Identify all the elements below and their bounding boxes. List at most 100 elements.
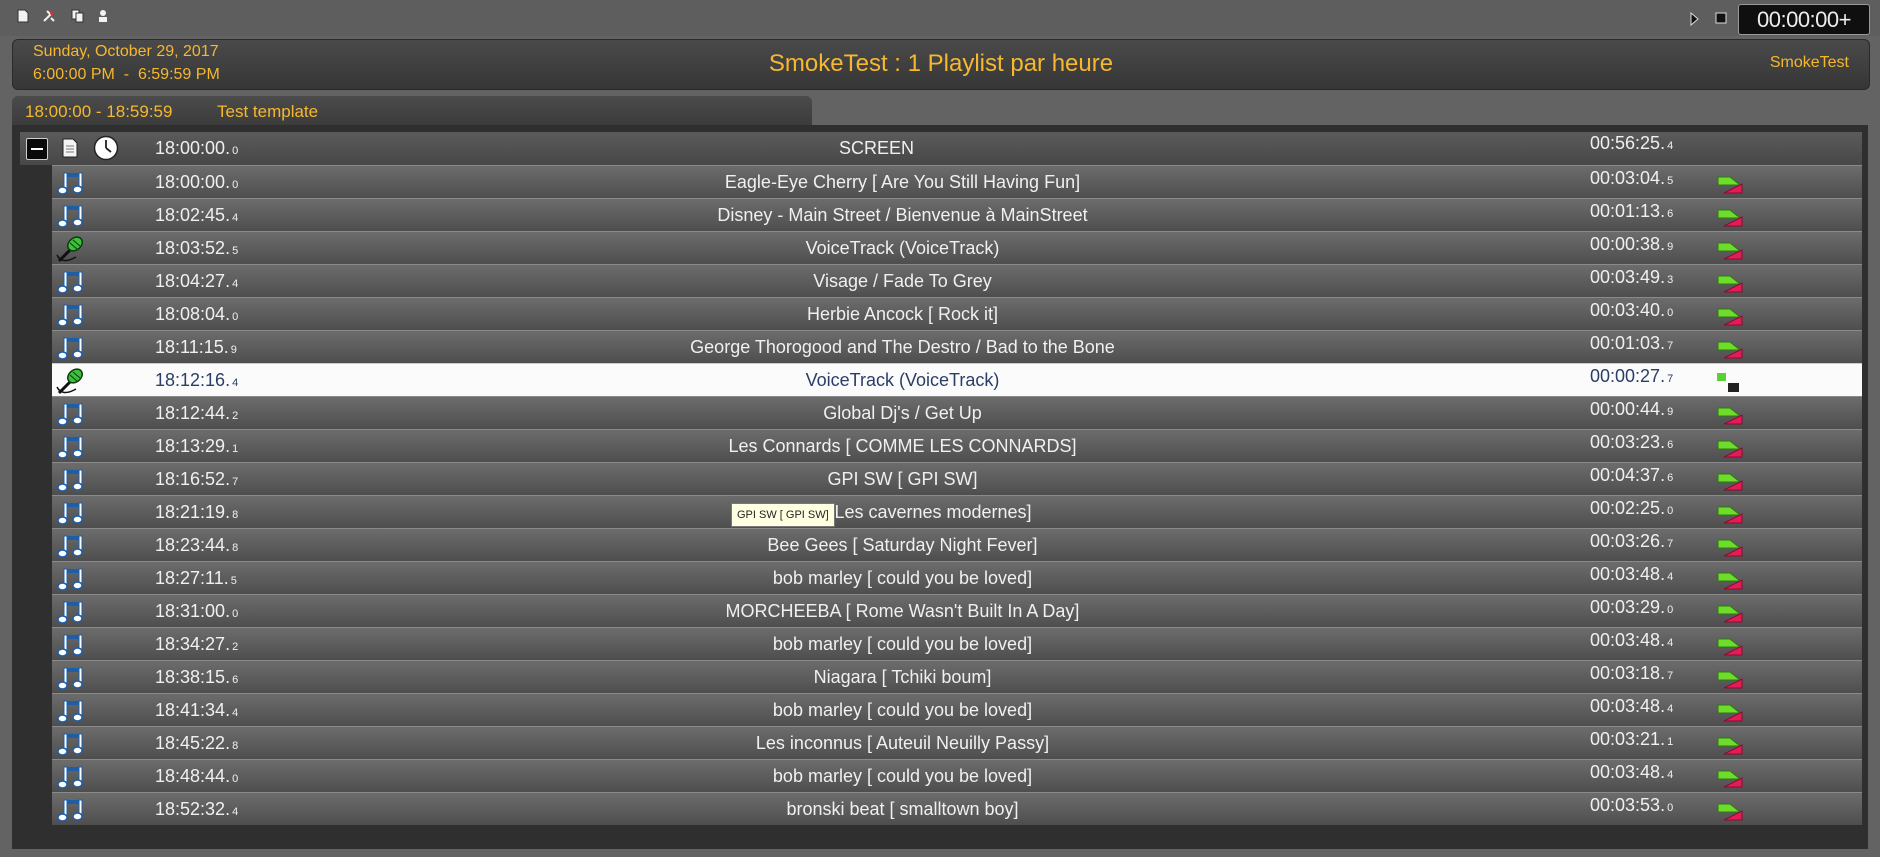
track-duration: 00:04:37. 6 (1590, 465, 1674, 485)
queued-status-icon[interactable] (1716, 538, 1746, 558)
table-row[interactable]: 18:45:22. 8 Les inconnus [ Auteuil Neuilly… (52, 726, 1862, 759)
table-row[interactable]: 18:38:15. 6 Niagara [ Tchiki boum] 00:03:18… (52, 660, 1862, 693)
queued-status-icon[interactable] (1716, 505, 1746, 525)
document-icon (62, 138, 78, 158)
track-duration: 00:03:48. 4 (1590, 762, 1674, 782)
track-title: bronski beat [ smalltown boy] (786, 799, 1019, 819)
clock-icon (93, 135, 119, 161)
track-start-time: 18:23:44. 8 (155, 535, 239, 555)
queued-status-icon[interactable] (1716, 670, 1746, 690)
track-title: Les Connards [ COMME LES CONNARDS] (728, 436, 1077, 456)
track-title: bob marley [ could you be loved] (772, 568, 1033, 588)
track-duration: 00:01:03. 7 (1590, 333, 1674, 353)
track-duration: 00:03:48. 4 (1590, 630, 1674, 650)
station-label: SmokeTest (1769, 54, 1849, 71)
tooltip: GPI SW [ GPI SW] (731, 503, 835, 527)
track-duration: 00:03:23. 6 (1590, 432, 1674, 452)
table-row[interactable]: 18:04:27. 4 Visage / Fade To Grey 00:03:49.… (52, 264, 1862, 297)
music-note-icon (57, 205, 83, 228)
track-start-time: 18:45:22. 8 (155, 733, 239, 753)
track-title: MORCHEEBA [ Rome Wasn't Built In A Day] (725, 601, 1080, 621)
track-duration: 00:03:49. 3 (1590, 267, 1674, 287)
track-title: GPI SW [ GPI SW] (827, 469, 978, 489)
music-note-icon (57, 337, 83, 360)
track-start-time: 18:12:16. 4 (155, 370, 239, 390)
track-title: bob marley [ could you be loved] (772, 766, 1033, 786)
track-title: bob marley [ could you be loved] (772, 700, 1033, 720)
music-note-icon (57, 469, 83, 492)
table-row[interactable]: 18:12:44. 2 Global Dj's / Get Up 00:00:44. 9 (52, 396, 1862, 429)
track-duration: 00:03:18. 7 (1590, 663, 1674, 683)
queued-status-icon[interactable] (1716, 703, 1746, 723)
queued-status-icon[interactable] (1716, 637, 1746, 657)
queued-status-icon[interactable] (1716, 439, 1746, 459)
tab-template-name: Test template (217, 102, 319, 121)
queued-status-icon[interactable] (1716, 472, 1746, 492)
playlist-header: Sunday, October 29, 2017 6:00:00 PM - 6:… (12, 39, 1870, 90)
track-title: Global Dj's / Get Up (823, 403, 982, 423)
track-duration: 00:01:13. 6 (1590, 201, 1674, 221)
music-note-icon (57, 172, 83, 195)
track-start-time: 18:48:44. 0 (155, 766, 239, 786)
table-row[interactable]: 18:13:29. 1 Les Connards [ COMME LES CONNA… (52, 429, 1862, 462)
track-start-time: 18:08:04. 0 (155, 304, 239, 324)
template-tab[interactable]: 18:00:00 - 18:59:59 Test template (12, 96, 812, 126)
track-duration: 00:02:25. 0 (1590, 498, 1674, 518)
track-start-time: 18:21:19. 8 (155, 502, 239, 522)
queued-status-icon[interactable] (1716, 604, 1746, 624)
table-row[interactable]: 18:23:44. 8 Bee Gees [ Saturday Night Feve… (52, 528, 1862, 561)
queued-status-icon[interactable] (1716, 802, 1746, 822)
play-icon[interactable] (1688, 11, 1700, 27)
track-start-time: 18:41:34. 4 (155, 700, 239, 720)
music-note-icon (57, 436, 83, 459)
playing-status-icon[interactable] (1716, 373, 1746, 393)
track-title: VoiceTrack (VoiceTrack) (805, 238, 1000, 258)
track-title: bob marley [ could you be loved] (772, 634, 1033, 654)
queued-status-icon[interactable] (1716, 340, 1746, 360)
table-row[interactable]: 18:27:11. 5 bob marley [ could you be love… (52, 561, 1862, 594)
toolbar: 00:00:00+ (0, 0, 1880, 36)
track-start-time: 18:34:27. 2 (155, 634, 239, 654)
table-row[interactable]: 18:48:44. 0 bob marley [ could you be love… (52, 759, 1862, 792)
music-note-icon (57, 700, 83, 723)
table-row[interactable]: 18:08:04. 0 Herbie Ancock [ Rock it] 00:03:… (52, 297, 1862, 330)
music-note-icon (57, 766, 83, 789)
table-row[interactable]: 18:03:52. 5 VoiceTrack (VoiceTrack) 00:00:3… (52, 231, 1862, 264)
collapse-icon[interactable] (26, 138, 48, 160)
user-icon[interactable] (96, 8, 110, 24)
queued-status-icon[interactable] (1716, 307, 1746, 327)
table-row[interactable]: 18:21:19. 8 O.T.H [ Les cavernes modernes]… (52, 495, 1862, 528)
table-row[interactable]: 18:02:45. 4 Disney - Main Street / Bienven… (52, 198, 1862, 231)
table-row[interactable]: 18:31:00. 0 MORCHEEBA [ Rome Wasn't Built … (52, 594, 1862, 627)
track-start-time: 18:00:00. 0 (155, 172, 239, 192)
queued-status-icon[interactable] (1716, 274, 1746, 294)
queued-status-icon[interactable] (1716, 736, 1746, 756)
screen-duration: 00:56:25. 4 (1590, 133, 1674, 153)
table-row[interactable]: 18:34:27. 2 bob marley [ could you be love… (52, 627, 1862, 660)
track-title: Les inconnus [ Auteuil Neuilly Passy] (755, 733, 1050, 753)
queued-status-icon[interactable] (1716, 571, 1746, 591)
track-start-time: 18:02:45. 4 (155, 205, 239, 225)
copy-icon[interactable] (70, 8, 84, 24)
music-note-icon (57, 403, 83, 426)
track-start-time: 18:03:52. 5 (155, 238, 239, 258)
track-title: Bee Gees [ Saturday Night Fever] (767, 535, 1038, 555)
track-duration: 00:03:48. 4 (1590, 564, 1674, 584)
music-note-icon (57, 667, 83, 690)
queued-status-icon[interactable] (1716, 769, 1746, 789)
table-row[interactable]: 18:52:32. 4 bronski beat [ smalltown boy] 0… (52, 792, 1862, 825)
queued-status-icon[interactable] (1716, 406, 1746, 426)
new-document-icon[interactable] (16, 8, 30, 24)
queued-status-icon[interactable] (1716, 241, 1746, 261)
table-row[interactable]: 18:16:52. 7 GPI SW [ GPI SW] 00:04:37. 6 (52, 462, 1862, 495)
table-row[interactable]: 18:11:15. 9 George Thorogood and The Destr… (52, 330, 1862, 363)
table-row[interactable]: 18:00:00. 0 Eagle-Eye Cherry [ Are You Sti… (52, 165, 1862, 198)
track-duration: 00:03:29. 0 (1590, 597, 1674, 617)
queued-status-icon[interactable] (1716, 208, 1746, 228)
table-row[interactable]: 18:12:16. 4 VoiceTrack (VoiceTrack) 00:00:2… (52, 363, 1862, 396)
queued-status-icon[interactable] (1716, 175, 1746, 195)
table-row[interactable]: 18:41:34. 4 bob marley [ could you be love… (52, 693, 1862, 726)
screen-row[interactable]: 18:00:00. 0 SCREEN 00:56:25. 4 (20, 132, 1862, 165)
tools-icon[interactable] (42, 8, 56, 24)
stop-icon[interactable] (1715, 12, 1727, 24)
